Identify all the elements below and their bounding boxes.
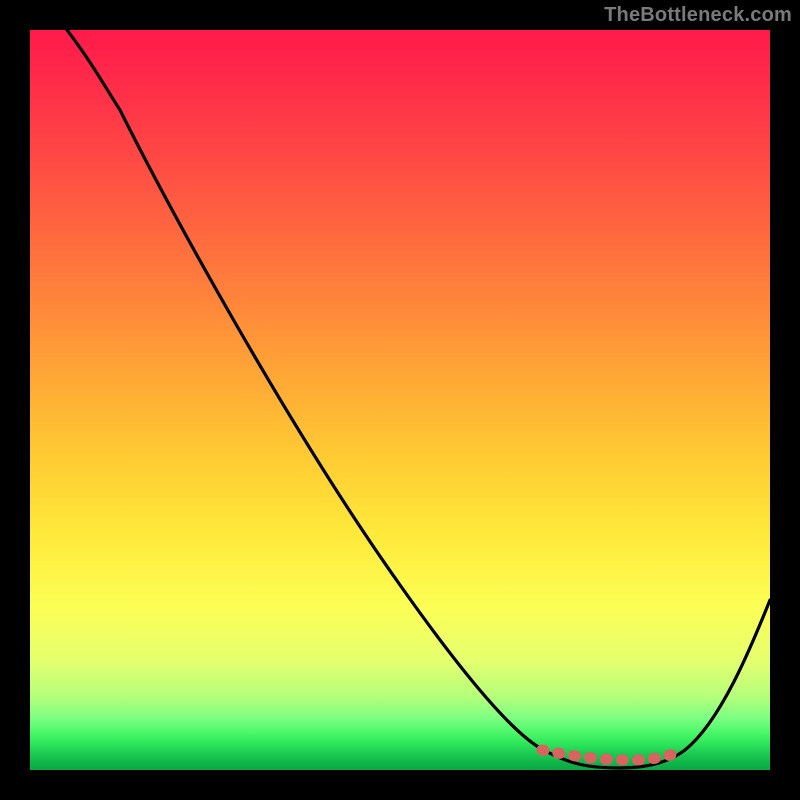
watermark-text: TheBottleneck.com <box>604 4 792 27</box>
chart-frame: TheBottleneck.com <box>0 0 800 800</box>
bottleneck-curve <box>67 30 770 768</box>
curve-layer <box>30 30 770 770</box>
